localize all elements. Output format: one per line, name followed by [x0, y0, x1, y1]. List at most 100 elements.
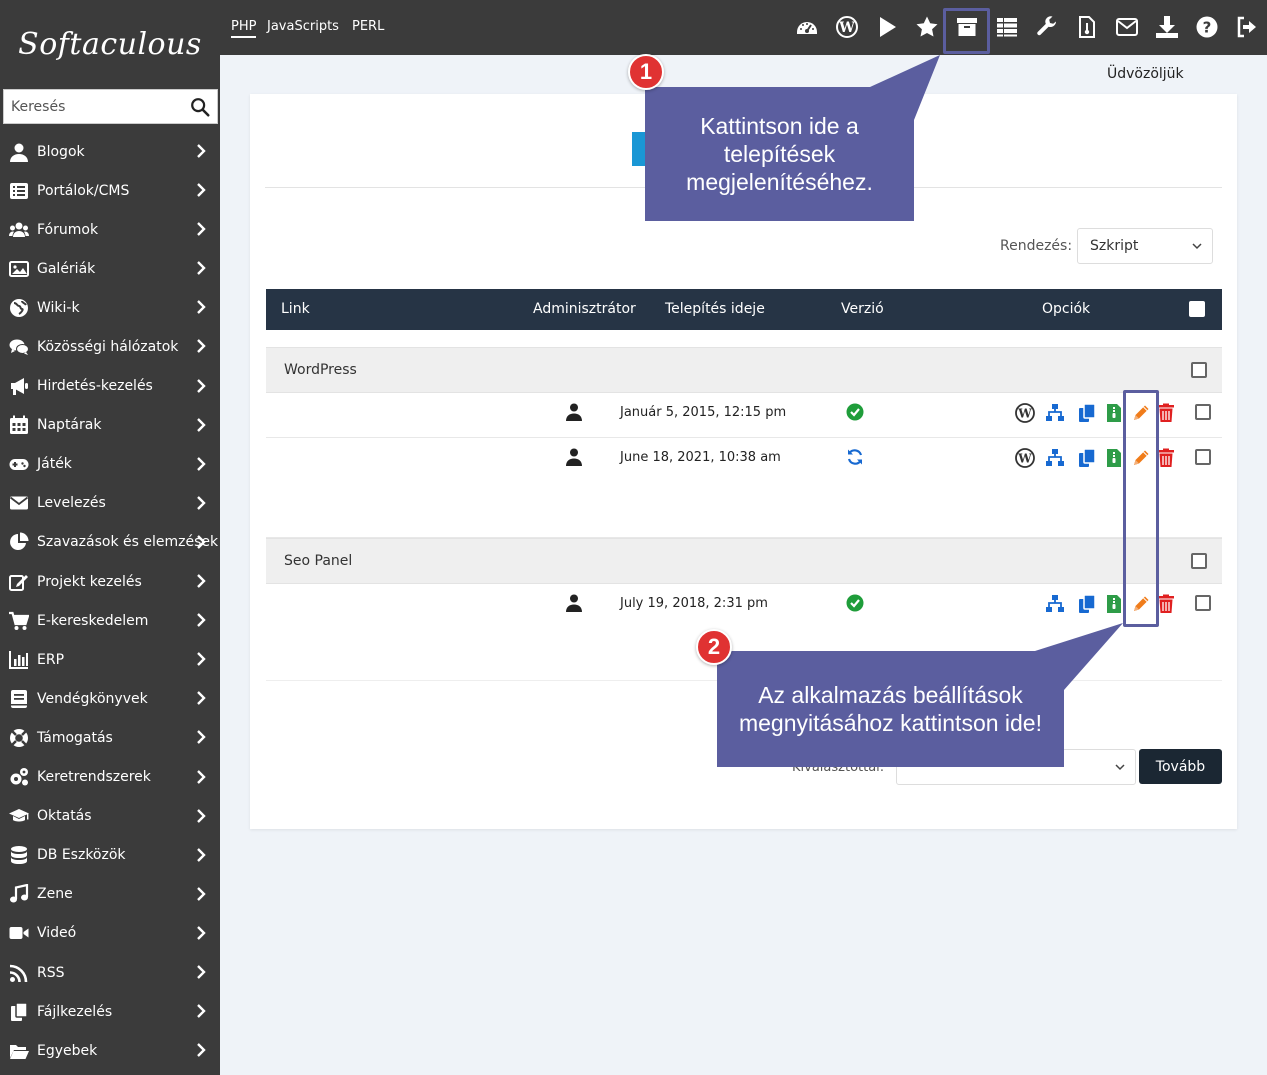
row-checkbox[interactable] [1195, 449, 1211, 465]
sidebar-item-14[interactable]: ERP [0, 640, 220, 679]
search-icon[interactable] [189, 96, 211, 118]
admin-user-icon[interactable] [566, 594, 582, 612]
delete-icon[interactable] [1156, 594, 1176, 614]
thermometer-icon[interactable] [1074, 14, 1100, 40]
clone-icon[interactable] [1077, 403, 1097, 423]
chevron-right-icon [197, 339, 206, 354]
sidebar-item-11[interactable]: Szavazások és elemzések [0, 523, 220, 562]
edit-icon [9, 572, 29, 592]
sidebar-item-19[interactable]: DB Eszközök [0, 836, 220, 875]
row-checkbox[interactable] [1195, 595, 1211, 611]
tab-php[interactable]: PHP [231, 19, 257, 38]
sidebar-item-label: Oktatás [37, 808, 92, 825]
staging-icon[interactable] [1045, 448, 1065, 468]
search-box [3, 89, 218, 124]
group-checkbox[interactable] [1191, 362, 1207, 378]
sidebar-item-13[interactable]: E-kereskedelem [0, 601, 220, 640]
video-icon [9, 923, 29, 943]
softaculous-logo[interactable]: Softaculous [0, 0, 220, 88]
sidebar-item-22[interactable]: RSS [0, 953, 220, 992]
admin-user-icon[interactable] [566, 448, 582, 466]
sidebar-item-1[interactable]: Blogok [0, 132, 220, 171]
sidebar-item-2[interactable]: Portálok/CMS [0, 171, 220, 210]
sidebar-item-label: Keretrendszerek [37, 769, 151, 786]
clone-icon[interactable] [1077, 594, 1097, 614]
sidebar-item-label: Vendégkönyvek [37, 690, 148, 707]
sidebar-item-23[interactable]: Fájlkezelés [0, 992, 220, 1031]
chevron-right-icon [197, 222, 206, 237]
sidebar-item-8[interactable]: Naptárak [0, 406, 220, 445]
chevron-right-icon [197, 730, 206, 745]
wordpress-manage-icon[interactable]: W [1015, 448, 1035, 468]
select-all-checkbox[interactable] [1189, 301, 1205, 317]
go-button[interactable]: Tovább [1139, 749, 1222, 784]
calendar-icon [9, 415, 29, 435]
col-version: Verzió [841, 301, 884, 317]
backup-icon[interactable] [1104, 403, 1124, 423]
install-date: Január 5, 2015, 12:15 pm [620, 405, 787, 420]
delete-icon[interactable] [1156, 403, 1176, 423]
chevron-right-icon [197, 535, 206, 549]
sidebar-item-24[interactable]: Egyebek [0, 1031, 220, 1070]
archive-highlight-box [943, 8, 990, 54]
graduation-cap-icon [9, 806, 29, 826]
sidebar-item-21[interactable]: Videó [0, 914, 220, 953]
sidebar-item-15[interactable]: Vendégkönyvek [0, 679, 220, 718]
sidebar-item-17[interactable]: Keretrendszerek [0, 758, 220, 797]
category-list: Blogok Portálok/CMS Fórumok Galériák Wiki-k K… [0, 132, 220, 1070]
chevron-right-icon [197, 456, 206, 471]
staging-icon[interactable] [1045, 594, 1065, 614]
star-icon[interactable] [914, 14, 940, 40]
group-checkbox[interactable] [1191, 553, 1207, 569]
admin-user-icon[interactable] [566, 403, 582, 421]
sidebar-item-label: Blogok [37, 143, 85, 160]
sidebar-item-18[interactable]: Oktatás [0, 797, 220, 836]
sidebar-item-3[interactable]: Fórumok [0, 210, 220, 249]
chevron-right-icon [197, 144, 206, 158]
clone-icon[interactable] [1077, 448, 1097, 468]
sidebar-item-12[interactable]: Projekt kezelés [0, 562, 220, 601]
row-checkbox[interactable] [1195, 404, 1211, 420]
search-input[interactable] [4, 91, 184, 122]
delete-icon[interactable] [1156, 448, 1176, 468]
tab-javascripts[interactable]: JavaScripts [267, 19, 339, 34]
chevron-right-icon [197, 183, 206, 197]
sidebar-item-10[interactable]: Levelezés [0, 484, 220, 523]
sidebar-item-label: Videó [37, 925, 77, 942]
dashboard-icon[interactable] [794, 14, 820, 40]
image-icon [9, 259, 29, 279]
sidebar-item-16[interactable]: Támogatás [0, 718, 220, 757]
up-to-date-icon [846, 594, 864, 612]
globe-icon [9, 298, 29, 318]
sidebar-item-6[interactable]: Közösségi hálózatok [0, 327, 220, 366]
sidebar-item-5[interactable]: Wiki-k [0, 288, 220, 327]
sidebar-item-label: Fórumok [37, 221, 99, 238]
book-icon [9, 689, 29, 709]
sidebar-item-label: Levelezés [37, 495, 106, 512]
envelope-icon[interactable] [1114, 14, 1140, 40]
sort-select[interactable]: Szkript [1077, 228, 1213, 264]
music-icon [9, 884, 29, 904]
help-icon[interactable]: ? [1194, 14, 1220, 40]
sidebar-item-label: ERP [37, 651, 65, 668]
logout-icon[interactable] [1234, 14, 1260, 40]
sidebar-item-4[interactable]: Galériák [0, 249, 220, 288]
download-icon[interactable] [1154, 14, 1180, 40]
backup-icon[interactable] [1104, 594, 1124, 614]
chevron-right-icon [197, 808, 206, 823]
staging-icon[interactable] [1045, 403, 1065, 423]
table-header: Link Adminisztrátor Telepítés ideje Verz… [266, 289, 1222, 330]
sidebar-item-20[interactable]: Zene [0, 875, 220, 914]
play-icon[interactable] [874, 14, 900, 40]
callout-badge-1: 1 [628, 54, 664, 90]
sidebar-item-9[interactable]: Játék [0, 445, 220, 484]
wordpress-icon[interactable]: W [834, 14, 860, 40]
sidebar-item-7[interactable]: Hirdetés-kezelés [0, 367, 220, 406]
wrench-icon[interactable] [1034, 14, 1060, 40]
backup-icon[interactable] [1104, 448, 1124, 468]
table-list-icon[interactable] [994, 14, 1020, 40]
wordpress-manage-icon[interactable]: W [1015, 403, 1035, 423]
tab-perl[interactable]: PERL [352, 19, 384, 34]
sidebar: Softaculous Blogok Portálok/CMS Fórumok Gal… [0, 0, 220, 1075]
sidebar-item-label: Portálok/CMS [37, 182, 130, 199]
